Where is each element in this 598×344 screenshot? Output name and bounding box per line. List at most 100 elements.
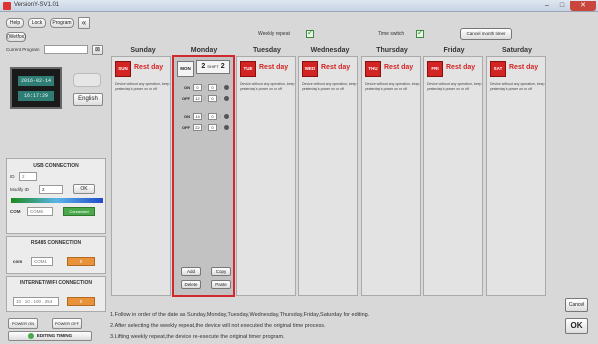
- ok-button[interactable]: OK: [565, 318, 588, 334]
- hour-input[interactable]: 22: [193, 124, 202, 131]
- time-row-label: OFF: [182, 125, 190, 130]
- current-program-clear-button[interactable]: ⊠: [92, 45, 103, 55]
- minimize-button[interactable]: –: [540, 1, 554, 11]
- rest-day-label: Rest day: [384, 64, 414, 71]
- confirm-icon[interactable]: [224, 96, 229, 101]
- shift-label: SHIFT: [207, 64, 219, 69]
- day-name-saturday: Saturday: [502, 47, 532, 54]
- day-badge-thursday[interactable]: THU: [365, 61, 381, 77]
- day-badge-saturday[interactable]: SAT: [490, 61, 506, 77]
- paste-button[interactable]: Paste: [211, 280, 231, 289]
- day-badge-monday[interactable]: MON: [177, 61, 194, 77]
- day-badge-tuesday[interactable]: TUE: [240, 61, 256, 77]
- weekly-repeat-checkbox[interactable]: [306, 28, 314, 38]
- rs485-com-input[interactable]: COM1: [31, 257, 53, 266]
- elements-button[interactable]: (Wetfox): [6, 32, 26, 42]
- rest-day-description: Device without any operation, keep yeste…: [365, 82, 420, 91]
- day-column-monday[interactable]: MON 2 SHIFT 2 ON 0 0 OFF 12 0 ON 14 0 OF…: [172, 55, 235, 297]
- time-switch-checkbox[interactable]: [416, 28, 424, 38]
- rest-day-label: Rest day: [509, 64, 539, 71]
- hour-spinner[interactable]: [203, 125, 206, 130]
- power-off-button[interactable]: POWER OFF: [52, 318, 82, 329]
- time-row-label: ON: [184, 85, 190, 90]
- hour-input[interactable]: 14: [193, 113, 202, 120]
- day-name-tuesday: Tuesday: [253, 47, 281, 54]
- shift-count-2: 2: [220, 63, 225, 70]
- hour-spinner[interactable]: [203, 114, 206, 119]
- cancel-button[interactable]: Cancel: [565, 298, 588, 312]
- day-name-wednesday: Wednesday: [310, 47, 350, 54]
- current-program-input[interactable]: [44, 45, 88, 54]
- language-button[interactable]: English: [73, 93, 103, 106]
- id-input[interactable]: 2: [19, 172, 37, 181]
- modify-id-select[interactable]: 2: [39, 185, 63, 194]
- rest-day-label: Rest day: [446, 64, 476, 71]
- instruction-note-1: 1.Follow in order of the date as Sunday,…: [110, 312, 370, 318]
- minute-spinner[interactable]: [218, 85, 221, 90]
- left-panel: Help Lock Program « (Wetfox) Current Pro…: [4, 15, 108, 341]
- day-column-tuesday[interactable]: TUE Rest day Device without any operatio…: [236, 56, 296, 296]
- day-column-sunday[interactable]: SUN Rest day Device without any operatio…: [111, 56, 171, 296]
- ok-modify-button[interactable]: OK: [73, 184, 95, 194]
- minute-input[interactable]: 0: [208, 124, 217, 131]
- sync-time-button[interactable]: [73, 73, 101, 87]
- day-badge-wednesday[interactable]: WED: [302, 61, 318, 77]
- clock-display: 2016-02-14 16:17:29: [10, 67, 62, 109]
- day-column-wednesday[interactable]: WED Rest day Device without any operatio…: [298, 56, 358, 296]
- minute-input[interactable]: 0: [208, 84, 217, 91]
- current-program-label: Current Program: [6, 47, 40, 52]
- minute-input[interactable]: 0: [208, 95, 217, 102]
- day-badge-friday[interactable]: FRI: [427, 61, 443, 77]
- editing-timing-button[interactable]: EDITING TIMING: [8, 331, 92, 341]
- collapse-button[interactable]: «: [78, 17, 90, 29]
- time-row-label: ON: [184, 114, 190, 119]
- minute-input[interactable]: 0: [208, 113, 217, 120]
- rest-day-label: Rest day: [134, 64, 164, 71]
- delete-button[interactable]: Delete: [181, 280, 201, 289]
- add-button[interactable]: Add: [181, 267, 201, 276]
- power-on-button[interactable]: POWER ON: [8, 318, 38, 329]
- day-name-monday: Monday: [190, 47, 218, 54]
- day-column-friday[interactable]: FRI Rest day Device without any operatio…: [423, 56, 483, 296]
- shift-count-tab[interactable]: 2 SHIFT 2: [196, 60, 230, 74]
- usb-connect-button[interactable]: Connected: [63, 207, 95, 216]
- rest-day-description: Device without any operation, keep yeste…: [490, 82, 545, 91]
- maximize-button[interactable]: □: [555, 1, 569, 11]
- lock-button[interactable]: Lock: [28, 18, 46, 28]
- copy-button[interactable]: Copy: [211, 267, 231, 276]
- time-switch-label: Time switch: [378, 31, 405, 37]
- minute-spinner[interactable]: [218, 96, 221, 101]
- instruction-note-2: 2.After selecting the weekly repeat,the …: [110, 323, 326, 329]
- hour-spinner[interactable]: [203, 96, 206, 101]
- minute-spinner[interactable]: [218, 125, 221, 130]
- hour-spinner[interactable]: [203, 85, 206, 90]
- program-button[interactable]: Program: [50, 18, 74, 28]
- title-bar: VersionY-SV1.01 – □ ✕: [0, 0, 598, 12]
- close-button[interactable]: ✕: [570, 1, 596, 11]
- confirm-icon[interactable]: [224, 125, 229, 130]
- rs485-connection-panel: RS485 CONNECTION com COM1 0: [6, 236, 106, 274]
- editing-timing-label: EDITING TIMING: [36, 333, 73, 338]
- hour-input[interactable]: 0: [193, 84, 202, 91]
- rest-day-description: Device without any operation, keep yeste…: [240, 82, 295, 91]
- rs485-title: RS485 CONNECTION: [30, 240, 82, 246]
- shift-count: 2: [201, 63, 206, 70]
- com-select[interactable]: COM6: [27, 207, 53, 216]
- minute-spinner[interactable]: [218, 114, 221, 119]
- rest-day-label: Rest day: [321, 64, 351, 71]
- confirm-icon[interactable]: [224, 114, 229, 119]
- com-label: COM: [10, 209, 21, 214]
- time-row-label: OFF: [182, 96, 190, 101]
- rs485-connect-button[interactable]: 0: [67, 257, 95, 266]
- ip-address-input[interactable]: 10 . 10 . 100 . 254: [13, 297, 59, 306]
- wifi-connect-button[interactable]: 0: [67, 297, 95, 306]
- day-column-thursday[interactable]: THU Rest day Device without any operatio…: [361, 56, 421, 296]
- cancel-month-timer-button[interactable]: Cancel month timer: [460, 28, 512, 40]
- day-column-saturday[interactable]: SAT Rest day Device without any operatio…: [486, 56, 546, 296]
- confirm-icon[interactable]: [224, 85, 229, 90]
- rest-day-description: Device without any operation, keep yeste…: [427, 82, 482, 91]
- usb-connection-panel: USB CONNECTION ID 2 Modify ID 2 OK COM C…: [6, 158, 106, 234]
- help-button[interactable]: Help: [6, 18, 24, 28]
- day-badge-sunday[interactable]: SUN: [115, 61, 131, 77]
- hour-input[interactable]: 12: [193, 95, 202, 102]
